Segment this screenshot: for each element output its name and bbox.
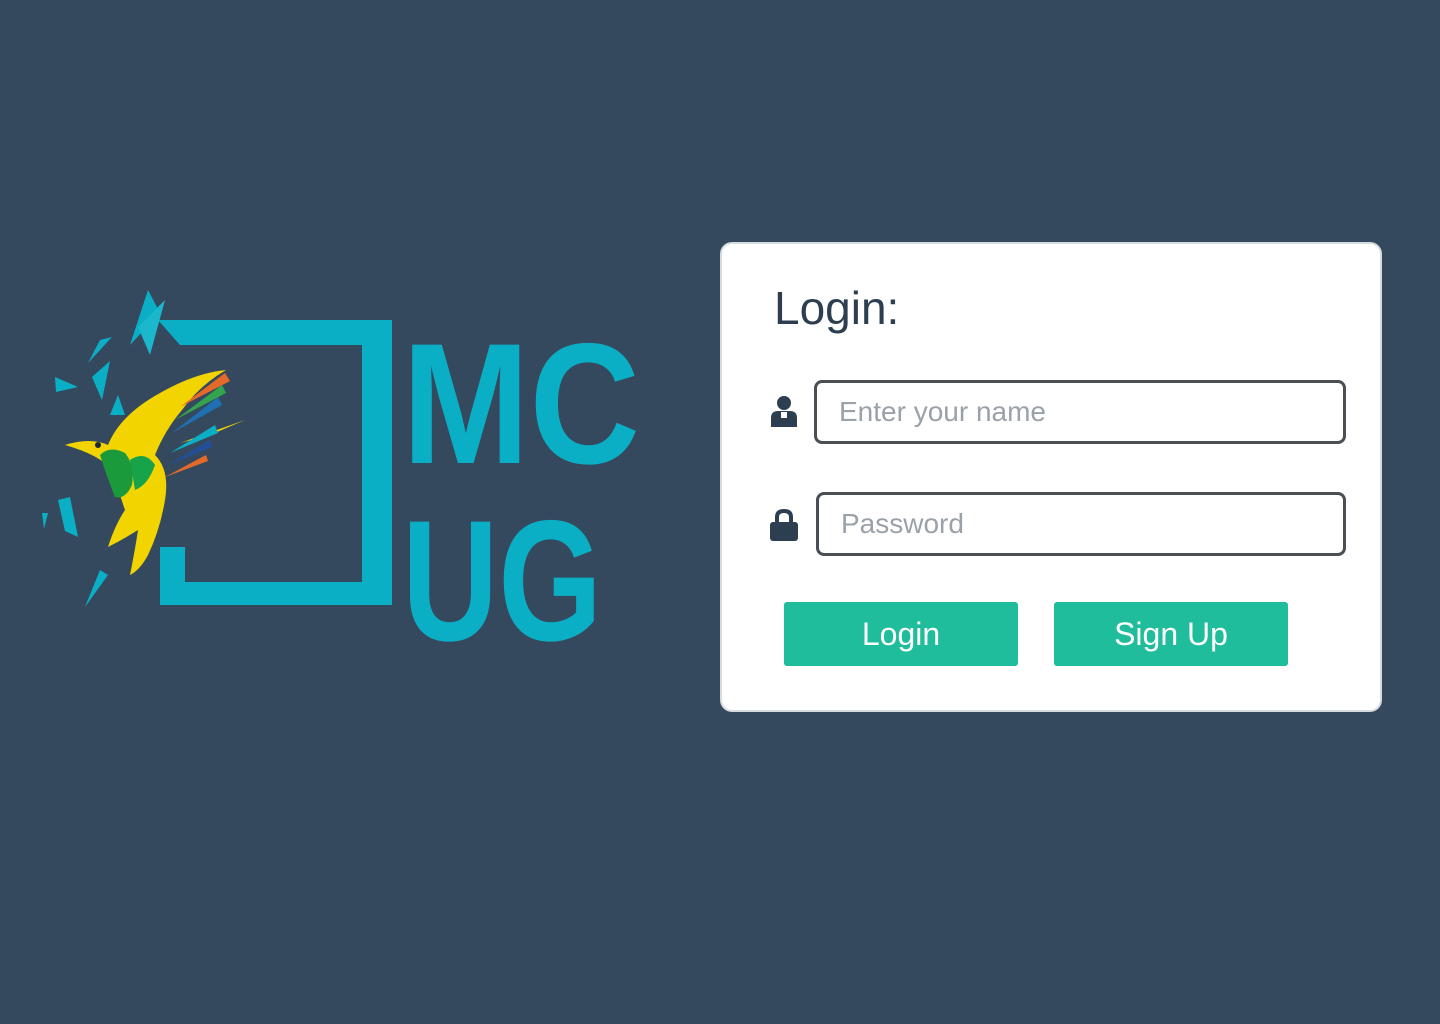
login-card: Login: Login Sign Up [720, 242, 1382, 712]
password-row [766, 492, 1348, 556]
logo-graphic: MC UG [42, 290, 640, 655]
login-page: MC UG Login: Login [0, 0, 1440, 1024]
signup-button[interactable]: Sign Up [1054, 602, 1288, 666]
user-icon [766, 394, 802, 430]
username-input[interactable] [814, 380, 1346, 444]
password-input[interactable] [816, 492, 1346, 556]
logo-text-ug: UG [402, 485, 602, 655]
login-button[interactable]: Login [784, 602, 1018, 666]
lock-icon [766, 506, 802, 542]
login-title: Login: [774, 282, 900, 334]
logo-text-mc: MC [402, 308, 640, 500]
mcug-logo: MC UG [30, 285, 650, 655]
username-row [766, 380, 1348, 444]
